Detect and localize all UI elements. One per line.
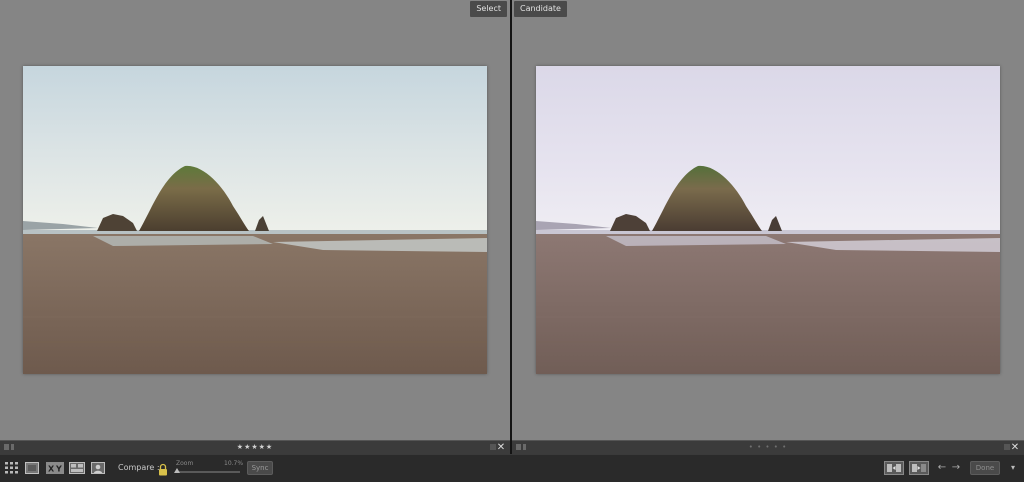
previous-photo-button[interactable]: ← — [937, 461, 947, 475]
swap-icon[interactable] — [884, 461, 904, 475]
done-button[interactable]: Done — [970, 461, 1000, 475]
candidate-rating[interactable]: • • • • • — [749, 441, 788, 454]
select-label: Select — [470, 1, 507, 17]
grid-view-icon[interactable] — [5, 462, 19, 474]
candidate-pane-footer: • • • • • ✕ — [512, 440, 1024, 454]
flag-toggle-icon[interactable] — [11, 444, 14, 450]
flag-toggle-icon[interactable] — [523, 444, 526, 450]
filmstrip-grip-icon[interactable] — [4, 444, 9, 450]
zoom-slider[interactable] — [174, 468, 240, 473]
bottom-toolbar: XY Compare : Zoom 10.7% Sync ← → Done ▾ — [0, 454, 1024, 482]
select-photo[interactable] — [23, 66, 487, 374]
svg-text:Y: Y — [55, 465, 62, 474]
zoom-label: Zoom — [176, 460, 194, 467]
select-pane-footer: ★★★★★ ✕ — [0, 440, 510, 454]
svg-text:X: X — [48, 465, 55, 474]
candidate-label: Candidate — [514, 1, 567, 17]
candidate-pane[interactable]: Candidate — [512, 0, 1024, 440]
candidate-close-button[interactable]: ✕ — [1010, 441, 1020, 454]
candidate-photo-image — [536, 66, 1000, 374]
sync-button[interactable]: Sync — [247, 461, 273, 475]
zoom-value: 10.7% — [224, 460, 244, 467]
loupe-view-icon[interactable] — [25, 462, 39, 474]
zoom-slider-thumb[interactable] — [174, 468, 181, 473]
compare-label: Compare : — [118, 463, 160, 472]
select-pane[interactable]: Select — [0, 0, 510, 440]
next-photo-button[interactable]: → — [951, 461, 961, 475]
toolbar-menu-button[interactable]: ▾ — [1007, 461, 1019, 475]
survey-view-icon[interactable] — [69, 462, 85, 474]
filmstrip-grip-icon[interactable] — [516, 444, 521, 450]
compare-view-icon[interactable]: XY — [46, 462, 64, 474]
people-view-icon[interactable] — [91, 462, 105, 474]
select-close-button[interactable]: ✕ — [496, 441, 506, 454]
lock-icon[interactable] — [158, 461, 168, 476]
select-photo-image — [23, 66, 487, 374]
make-select-icon[interactable] — [909, 461, 929, 475]
candidate-photo[interactable] — [536, 66, 1000, 374]
select-rating[interactable]: ★★★★★ — [237, 441, 273, 454]
